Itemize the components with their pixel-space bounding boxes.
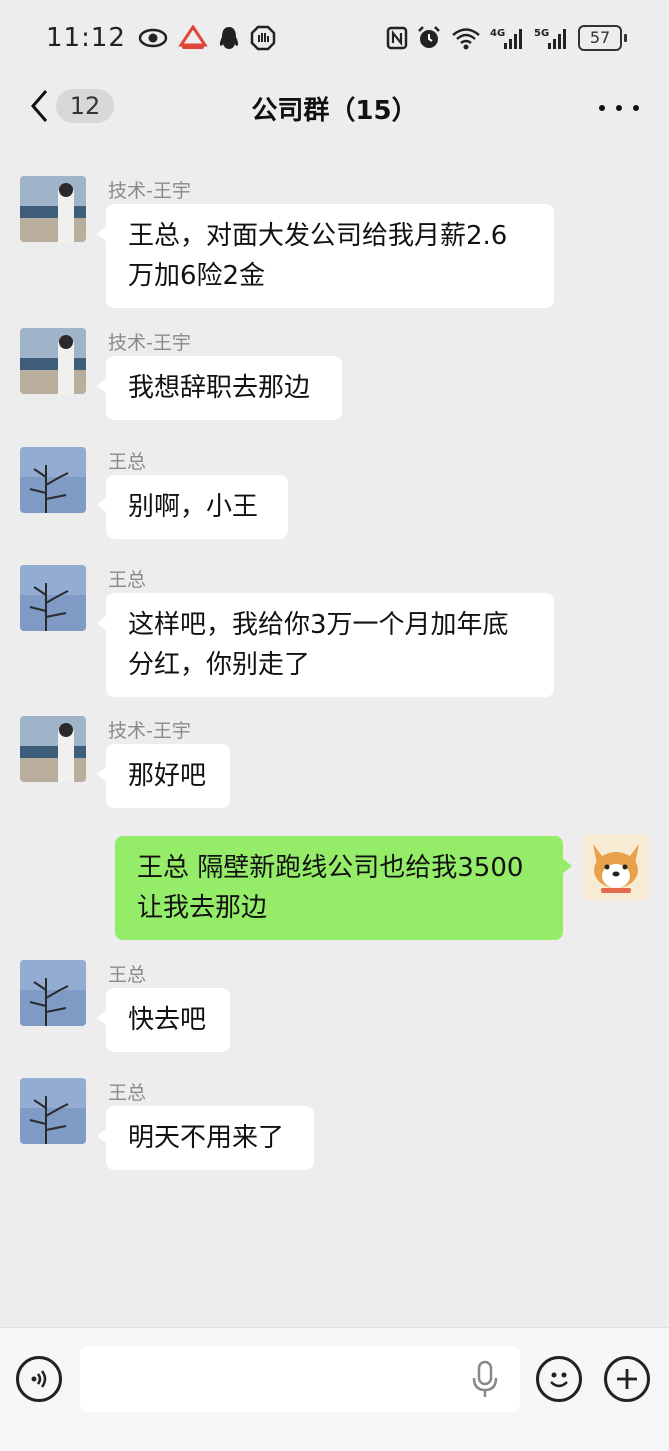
sea-person-avatar[interactable] (20, 328, 86, 394)
nfc-icon (386, 26, 408, 50)
message-line: 这样吧，我给你3万一个月加年底 (128, 610, 509, 640)
status-bar: 11:12 4G 5G 57 (0, 0, 669, 76)
more-actions-button[interactable] (604, 1356, 650, 1402)
message-line: 王总，对面大发公司给我月薪2.6 (128, 221, 508, 251)
sender-name: 技术-王宇 (108, 332, 191, 354)
message-line: 万加6险2金 (128, 261, 266, 291)
signal-5g-icon: 5G (534, 25, 570, 51)
battery-indicator: 57 (578, 25, 627, 51)
message-row-self: 王总 隔壁新跑线公司也给我3500 让我去那边 (0, 834, 669, 940)
message-row: 王总 这样吧，我给你3万一个月加年底 分红，你别走了 (0, 565, 669, 697)
message-bubble[interactable]: 那好吧 (97, 744, 230, 808)
svg-text:4G: 4G (490, 28, 505, 39)
dot (633, 105, 639, 111)
message-row: 技术-王宇 王总，对面大发公司给我月薪2.6 万加6险2金 (0, 176, 669, 308)
status-time: 11:12 (46, 23, 126, 53)
message-row: 王总 明天不用来了 (0, 1078, 669, 1178)
status-right-icons: 4G 5G 57 (386, 25, 627, 51)
message-line: 别啊，小王 (128, 492, 259, 522)
message-bubble-self[interactable]: 王总 隔壁新跑线公司也给我3500 让我去那边 (115, 836, 572, 940)
sender-name: 王总 (108, 964, 147, 986)
message-line: 王总 隔壁新跑线公司也给我3500 (137, 853, 524, 883)
voice-icon (31, 1370, 47, 1388)
message-bubble[interactable]: 我想辞职去那边 (97, 356, 342, 420)
bare-tree-avatar[interactable] (20, 565, 86, 631)
shield-hand-icon (250, 25, 276, 51)
svg-text:5G: 5G (534, 28, 549, 39)
message-bubble[interactable]: 快去吧 (97, 988, 230, 1052)
message-line: 快去吧 (128, 1005, 207, 1035)
message-row: 技术-王宇 那好吧 (0, 716, 669, 816)
alarm-icon (416, 25, 442, 51)
bare-tree-avatar[interactable] (20, 447, 86, 513)
signal-4g-icon: 4G (490, 25, 526, 51)
emoji-icon (550, 1372, 568, 1388)
sea-person-avatar[interactable] (20, 716, 86, 782)
wifi-icon (450, 26, 482, 50)
chat-header: 12 公司群（15） (0, 76, 669, 140)
sender-name: 技术-王宇 (108, 180, 191, 202)
sender-name: 王总 (108, 1082, 147, 1104)
dot (616, 105, 622, 111)
bare-tree-avatar[interactable] (20, 1078, 86, 1144)
sender-name: 王总 (108, 569, 147, 591)
plus-icon (617, 1369, 637, 1389)
sea-person-avatar[interactable] (20, 176, 86, 242)
message-line: 明天不用来了 (128, 1123, 285, 1153)
shiba-dog-avatar[interactable] (583, 834, 649, 900)
message-line: 分红，你别走了 (128, 650, 311, 680)
message-bubble[interactable]: 别啊，小王 (97, 475, 288, 539)
message-line: 那好吧 (128, 761, 207, 791)
chat-title: 公司群（15） (251, 96, 418, 126)
voice-toggle-button[interactable] (16, 1356, 62, 1402)
message-bubble[interactable]: 王总，对面大发公司给我月薪2.6 万加6险2金 (97, 204, 554, 308)
message-row: 技术-王宇 我想辞职去那边 (0, 328, 669, 428)
sender-name: 技术-王宇 (108, 720, 191, 742)
message-bubble[interactable]: 这样吧，我给你3万一个月加年底 分红，你别走了 (97, 593, 554, 697)
message-row: 王总 别啊，小王 (0, 447, 669, 547)
input-bar (0, 1327, 669, 1451)
more-options-button[interactable] (599, 96, 639, 120)
battery-level: 57 (578, 25, 622, 51)
qq-penguin-icon (218, 25, 240, 51)
eye-icon (138, 28, 168, 48)
message-bubble[interactable]: 明天不用来了 (97, 1106, 314, 1170)
status-left-icons (138, 25, 276, 51)
message-input[interactable] (80, 1346, 520, 1412)
message-line: 我想辞职去那边 (128, 373, 311, 403)
app-logo-icon (178, 25, 208, 51)
dot (599, 105, 605, 111)
mic-icon[interactable] (470, 1360, 500, 1400)
emoji-button[interactable] (536, 1356, 582, 1402)
message-line: 让我去那边 (137, 893, 268, 923)
message-row: 王总 快去吧 (0, 960, 669, 1060)
sender-name: 王总 (108, 451, 147, 473)
bare-tree-avatar[interactable] (20, 960, 86, 1026)
